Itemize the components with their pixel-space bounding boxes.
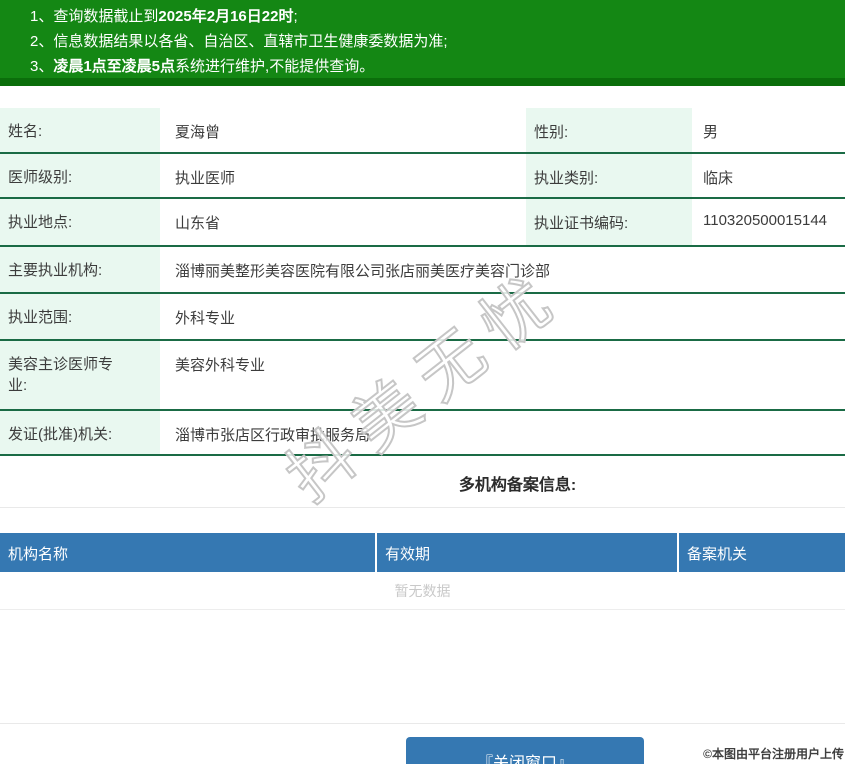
field-value-issuing-authority: 淄博市张店区行政审批服务局	[160, 411, 845, 454]
column-header-record-authority: 备案机关	[677, 533, 845, 572]
records-table-header: 机构名称 有效期 备案机关	[0, 533, 845, 572]
field-label-main-institution: 主要执业机构:	[0, 247, 160, 292]
field-value-gender: 男	[692, 108, 845, 152]
table-row: 姓名: 夏海曾 性别: 男	[0, 108, 845, 154]
field-value-practice-type: 临床	[692, 154, 845, 197]
notice-banner: 1、查询数据截止到2025年2月16日22时; 2、信息数据结果以各省、自治区、…	[0, 0, 845, 86]
field-label-practice-scope: 执业范围:	[0, 294, 160, 339]
field-value-certificate-no: 110320500015144	[692, 199, 845, 245]
field-value-practice-scope: 外科专业	[160, 294, 845, 339]
license-query-result-page: 1、查询数据截止到2025年2月16日22时; 2、信息数据结果以各省、自治区、…	[0, 0, 845, 764]
column-header-validity-period: 有效期	[375, 533, 677, 572]
multi-org-section-title: 多机构备案信息:	[0, 456, 845, 508]
field-label-gender: 性别:	[526, 108, 692, 152]
notice-line-3: 3、凌晨1点至凌晨5点系统进行维护,不能提供查询。	[30, 54, 845, 79]
notice-line-2: 2、信息数据结果以各省、自治区、直辖市卫生健康委数据为准;	[30, 29, 845, 54]
field-label-issuing-authority: 发证(批准)机关:	[0, 411, 160, 454]
field-value-doctor-level: 执业医师	[160, 154, 526, 197]
notice-number: 1、	[30, 8, 53, 25]
notice-line-1: 1、查询数据截止到2025年2月16日22时;	[30, 4, 845, 29]
records-empty-state: 暂无数据	[0, 572, 845, 610]
field-value-cosmetic-specialty: 美容外科专业	[160, 341, 845, 409]
practitioner-info-table: 姓名: 夏海曾 性别: 男 医师级别: 执业医师 执业类别: 临床 执业地点: …	[0, 108, 845, 456]
table-row: 美容主诊医师专业: 美容外科专业	[0, 341, 845, 411]
field-label-practice-place: 执业地点:	[0, 199, 160, 245]
field-value-main-institution: 淄博丽美整形美容医院有限公司张店丽美医疗美容门诊部	[160, 247, 845, 292]
field-label-name: 姓名:	[0, 108, 160, 152]
footer-divider	[0, 723, 845, 724]
upload-credit-watermark: ©本图由平台注册用户上传	[703, 745, 844, 762]
close-window-button[interactable]: 『关闭窗口』	[406, 737, 644, 764]
table-row: 医师级别: 执业医师 执业类别: 临床	[0, 154, 845, 199]
table-row: 主要执业机构: 淄博丽美整形美容医院有限公司张店丽美医疗美容门诊部	[0, 247, 845, 294]
notice-number: 2、	[30, 33, 53, 50]
field-label-cosmetic-specialty: 美容主诊医师专业:	[0, 341, 160, 409]
field-value-name: 夏海曾	[160, 108, 526, 152]
field-label-certificate-no: 执业证书编码:	[526, 199, 692, 245]
table-row: 执业地点: 山东省 执业证书编码: 110320500015144	[0, 199, 845, 247]
field-value-practice-place: 山东省	[160, 199, 526, 245]
notice-number: 3、	[30, 58, 53, 75]
field-label-practice-type: 执业类别:	[526, 154, 692, 197]
table-row: 执业范围: 外科专业	[0, 294, 845, 341]
table-row: 发证(批准)机关: 淄博市张店区行政审批服务局	[0, 411, 845, 456]
field-label-doctor-level: 医师级别:	[0, 154, 160, 197]
column-header-institution-name: 机构名称	[0, 533, 375, 572]
